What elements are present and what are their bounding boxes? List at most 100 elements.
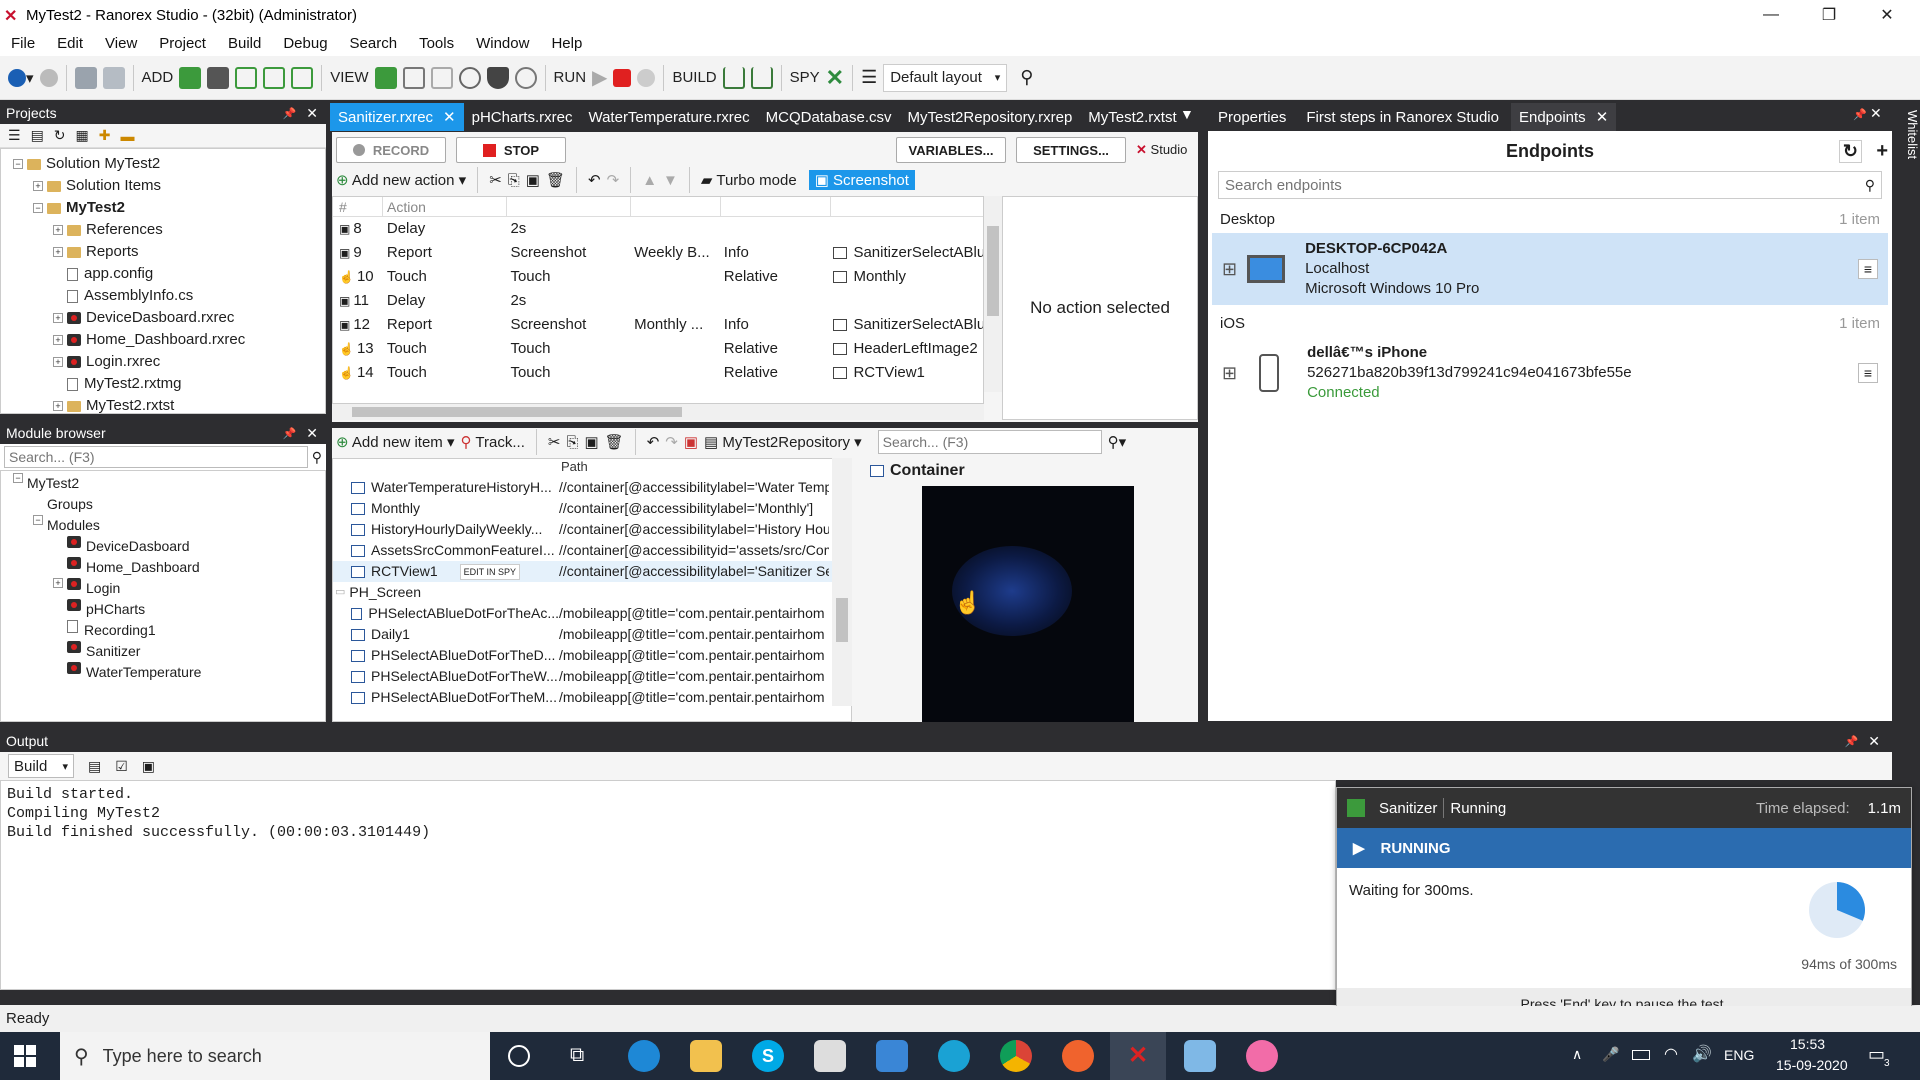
mail-icon[interactable] xyxy=(876,1040,908,1072)
cortana-icon[interactable] xyxy=(508,1045,530,1067)
move-up-icon[interactable]: ▲ xyxy=(642,172,657,189)
add-icon[interactable]: ✚ xyxy=(99,127,111,144)
menu-item-view[interactable]: View xyxy=(94,35,148,52)
delete-icon[interactable]: 🗑 xyxy=(605,433,624,451)
close-icon[interactable]: ✕ xyxy=(306,105,318,122)
save-all-icon[interactable] xyxy=(102,63,125,93)
close-icon[interactable]: ✕ xyxy=(443,108,456,126)
pin-icon[interactable]: 📌 xyxy=(283,107,297,120)
forward-button[interactable] xyxy=(39,63,58,93)
project-tree-item[interactable]: + Login.rxrec xyxy=(13,351,325,373)
repo-item[interactable]: RCTView1 EDIT IN SPY //container[@accessib… xyxy=(333,561,851,582)
paste-icon[interactable]: ▣ xyxy=(526,171,540,189)
repo-item[interactable]: HistoryHourlyDailyWeekly... //container[@… xyxy=(333,519,851,540)
project-tree-item[interactable]: + Reports xyxy=(13,241,325,263)
module-tree-item[interactable]: − MyTest2 xyxy=(13,473,325,494)
cut-icon[interactable]: ✂ xyxy=(548,433,561,451)
tab-overflow-icon[interactable]: ▼ xyxy=(1180,106,1194,122)
expand-icon[interactable]: + xyxy=(53,247,63,258)
stop-icon[interactable] xyxy=(613,63,632,93)
module-tree-item[interactable]: −pHCharts xyxy=(13,599,325,620)
repository-scrollbar[interactable] xyxy=(832,458,852,706)
repo-item[interactable]: Daily1/mobileapp[@title='com.pentair.pen… xyxy=(333,624,851,645)
repo-item[interactable]: PHSelectABlueDotForTheD.../mobileapp[@ti… xyxy=(333,645,851,666)
project-tree-item[interactable]: +AssemblyInfo.cs xyxy=(13,285,325,307)
module-search-input[interactable] xyxy=(4,446,308,468)
properties-icon[interactable]: ▤ xyxy=(31,127,44,144)
redo-icon[interactable]: ↷ xyxy=(665,433,678,451)
turbo-button[interactable]: ▰ Turbo mode xyxy=(701,171,797,189)
debug-icon[interactable] xyxy=(637,63,656,93)
expand-icon[interactable]: + xyxy=(53,225,63,236)
studio-link[interactable]: ✕ Studio xyxy=(1136,142,1187,158)
editor-tab[interactable]: pHCharts.rxrec xyxy=(464,103,581,131)
action-row[interactable]: ▣ 9 Report Screenshot Weekly B... Info Sanitiz… xyxy=(333,241,983,265)
menu-item-build[interactable]: Build xyxy=(217,35,272,52)
delete-icon[interactable]: 🗑 xyxy=(546,171,565,189)
repo-item[interactable]: PHSelectABlueDotForTheM.../mobileapp[@ti… xyxy=(333,687,851,708)
menu-item-help[interactable]: Help xyxy=(540,35,593,52)
notification-icon[interactable]: ▭ xyxy=(1868,1044,1885,1065)
refresh-icon[interactable]: ↻ xyxy=(54,127,66,144)
back-button[interactable]: ▾ xyxy=(8,63,34,93)
endpoints-search-input[interactable] xyxy=(1225,176,1865,194)
action-row[interactable]: ▣ 11 Delay 2s xyxy=(333,289,983,313)
right-tab[interactable]: Endpoints ✕ xyxy=(1510,103,1617,131)
record-button[interactable]: RECORD xyxy=(336,137,446,163)
project-tree-item[interactable]: + DeviceDasboard.rxrec xyxy=(13,307,325,329)
stop-button[interactable]: STOP xyxy=(456,137,566,163)
menu-item-edit[interactable]: Edit xyxy=(46,35,94,52)
expand-icon[interactable]: + xyxy=(53,313,63,324)
tray-chevron-icon[interactable]: ∧ xyxy=(1572,1046,1582,1063)
module-tree-item[interactable]: + Login xyxy=(13,578,325,599)
build-icon[interactable] xyxy=(722,63,745,93)
repo-item[interactable]: AssetsSrcCommonFeatureI...//container[@a… xyxy=(333,540,851,561)
project-tree-item[interactable]: + MyTest2.rxtst xyxy=(13,395,325,413)
folder-icon[interactable]: ▬ xyxy=(121,128,135,144)
output-wrap-icon[interactable]: ▣ xyxy=(142,758,155,775)
add-module-group-icon[interactable] xyxy=(263,63,286,93)
search-icon[interactable]: ⚲ xyxy=(312,449,322,466)
add-folder-icon[interactable] xyxy=(179,63,202,93)
editor-tab[interactable]: MyTest2.rxtst xyxy=(1080,103,1184,131)
repo-folder[interactable]: ▭ PH_Screen xyxy=(333,582,851,603)
add-item-button[interactable]: ⊕ Add new item ▾ xyxy=(336,433,455,451)
undo-icon[interactable]: ↶ xyxy=(647,433,660,451)
layout-dropdown[interactable]: Default layout ▾ xyxy=(883,63,1008,92)
itunes-icon[interactable] xyxy=(1246,1040,1278,1072)
pin-icon[interactable]: 📌 xyxy=(1845,735,1859,748)
endpoint-menu-icon[interactable]: ≡ xyxy=(1857,259,1878,279)
repository-search-input[interactable] xyxy=(877,430,1102,454)
swift-icon[interactable] xyxy=(1062,1040,1094,1072)
edge-icon[interactable] xyxy=(628,1040,660,1072)
module-tree-item[interactable]: −Groups xyxy=(13,494,325,515)
add-endpoint-icon[interactable]: + xyxy=(1876,140,1888,163)
variables-button[interactable]: VARIABLES... xyxy=(896,137,1006,163)
action-row[interactable]: ▣ 12 Report Screenshot Monthly ... Info Saniti… xyxy=(333,313,983,337)
project-tree-item[interactable]: +MyTest2.rxtmg xyxy=(13,373,325,395)
chrome-icon[interactable] xyxy=(1000,1040,1032,1072)
task-view-icon[interactable]: ⧉ xyxy=(570,1044,584,1067)
add-item-icon[interactable] xyxy=(291,63,314,93)
expand-icon[interactable]: + xyxy=(53,578,63,588)
close-icon[interactable]: ✕ xyxy=(1870,105,1882,122)
close-icon[interactable]: ✕ xyxy=(1596,108,1609,126)
expand-icon[interactable]: + xyxy=(53,335,63,346)
taskbar-search[interactable]: ⚲ Type here to search xyxy=(60,1032,490,1080)
menu-item-debug[interactable]: Debug xyxy=(272,35,338,52)
redo-icon[interactable]: ↷ xyxy=(607,171,620,189)
action-row[interactable]: ▣ 8 Delay 2s xyxy=(333,217,983,241)
view-grid-icon[interactable] xyxy=(402,63,425,93)
expand-icon[interactable]: − xyxy=(33,203,43,214)
volume-icon[interactable]: 🔊 xyxy=(1692,1044,1712,1064)
view-folder-icon[interactable] xyxy=(374,63,397,93)
project-tree-item[interactable]: − MyTest2 xyxy=(13,197,325,219)
edit-in-spy-button[interactable]: EDIT IN SPY xyxy=(459,563,521,580)
right-tab[interactable]: Properties xyxy=(1210,103,1294,131)
endpoint-menu-icon[interactable]: ≡ xyxy=(1857,363,1878,383)
tree-icon[interactable]: ▦ xyxy=(76,127,89,144)
output-filter-dropdown[interactable]: Build ▾ xyxy=(8,754,74,778)
repo-item[interactable]: Monthly //container[@accessibilitylabel='… xyxy=(333,498,851,519)
project-tree-item[interactable]: + References xyxy=(13,219,325,241)
module-tree-item[interactable]: −WaterTemperature xyxy=(13,662,325,683)
